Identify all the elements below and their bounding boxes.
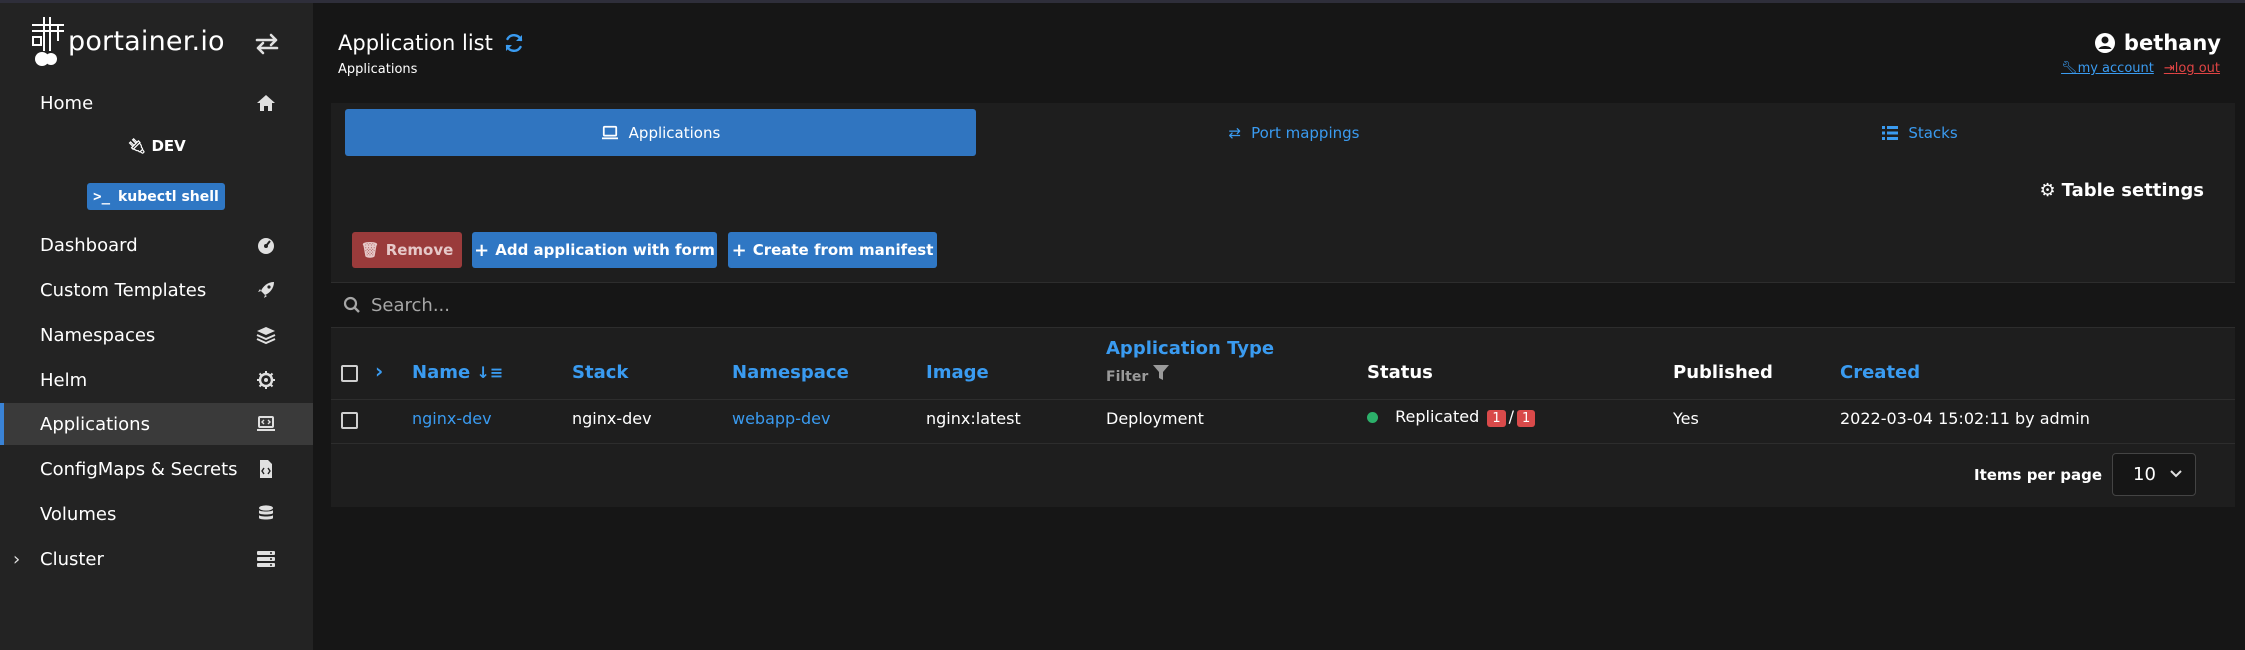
sidebar-item-label: Helm xyxy=(40,369,88,391)
page-title: Application list xyxy=(338,31,525,55)
exchange-icon: ⇄ xyxy=(1228,123,1242,142)
sidebar: portainer.io Home 🔌︎ DEV >_ kubectl shel… xyxy=(0,3,313,650)
tab-applications[interactable]: Applications xyxy=(345,109,976,156)
plug-icon: 🔌︎ xyxy=(127,137,147,155)
sidebar-item-label: Cluster xyxy=(40,548,104,570)
remove-button[interactable]: 🗑︎ Remove xyxy=(352,232,462,268)
laptop-code-icon xyxy=(257,416,275,431)
column-header-namespace[interactable]: Namespace xyxy=(732,362,849,383)
sort-alpha-down-icon: ↓≡ xyxy=(476,363,504,382)
environment-label: 🔌︎ DEV xyxy=(127,137,186,155)
expand-all-chevron-icon[interactable]: › xyxy=(375,359,383,383)
sign-out-icon: ⇥ xyxy=(2163,61,2175,76)
items-per-page-select[interactable]: 10 xyxy=(2112,453,2196,496)
create-from-manifest-button[interactable]: + Create from manifest xyxy=(728,232,937,268)
sidebar-item-label: Volumes xyxy=(40,503,117,525)
trash-icon: 🗑︎ xyxy=(360,241,380,259)
column-header-published: Published xyxy=(1673,362,1773,383)
created-cell: 2022-03-04 15:02:11 by admin xyxy=(1840,409,2090,428)
stack-cell: nginx-dev xyxy=(572,409,652,428)
database-icon xyxy=(259,505,273,520)
sidebar-item-label: ConfigMaps & Secrets xyxy=(40,458,238,480)
status-ok-dot xyxy=(1367,412,1378,423)
search-icon xyxy=(343,296,360,313)
wrench-icon: 🔧︎ xyxy=(2061,61,2078,76)
header-divider xyxy=(331,399,2235,400)
file-code-icon xyxy=(260,460,272,478)
gauge-icon xyxy=(258,238,274,254)
username: bethany xyxy=(2123,31,2221,55)
tab-port-mappings[interactable]: ⇄ Port mappings xyxy=(981,109,1607,156)
column-header-application-type[interactable]: Application Type xyxy=(1106,338,1274,359)
sidebar-item-label: Namespaces xyxy=(40,324,156,346)
kubectl-shell-button[interactable]: >_ kubectl shell xyxy=(87,183,225,210)
home-icon xyxy=(257,95,275,111)
user-circle-icon xyxy=(2094,33,2115,53)
layers-icon xyxy=(256,327,276,345)
my-account-link[interactable]: 🔧︎my account xyxy=(2061,61,2154,76)
plus-icon: + xyxy=(731,239,747,261)
helm-icon xyxy=(257,371,275,389)
column-header-stack[interactable]: Stack xyxy=(572,362,628,383)
application-type-cell: Deployment xyxy=(1106,409,1204,428)
plus-icon: + xyxy=(474,239,490,261)
column-header-status: Status xyxy=(1367,362,1433,383)
select-all-checkbox[interactable] xyxy=(341,365,358,382)
namespace-link[interactable]: webapp-dev xyxy=(732,409,830,428)
search-input[interactable] xyxy=(371,294,1871,316)
table-settings-button[interactable]: ⚙ Table settings xyxy=(2040,180,2205,201)
log-out-link[interactable]: ⇥log out xyxy=(2164,61,2220,76)
items-per-page-label: Items per page xyxy=(1973,466,2102,484)
terminal-icon: >_ xyxy=(93,188,110,205)
replicas-total-badge: 1 xyxy=(1517,410,1536,427)
column-header-image[interactable]: Image xyxy=(926,362,989,383)
user-menu: bethany xyxy=(2094,31,2221,55)
switch-environment-icon[interactable] xyxy=(254,33,280,55)
gear-icon: ⚙ xyxy=(2039,180,2056,201)
row-divider xyxy=(331,443,2235,444)
row-checkbox[interactable] xyxy=(341,412,358,429)
sidebar-item-dashboard[interactable]: Dashboard xyxy=(0,224,313,266)
status-cell: Replicated 1/1 xyxy=(1367,407,1538,427)
sidebar-item-label: Home xyxy=(40,92,94,114)
sidebar-item-label: Custom Templates xyxy=(40,279,207,301)
chevron-right-icon[interactable]: › xyxy=(13,549,20,570)
filter-icon xyxy=(1153,365,1170,380)
application-name-link[interactable]: nginx-dev xyxy=(412,409,492,428)
search-bar xyxy=(331,282,2235,328)
laptop-code-icon xyxy=(601,125,618,139)
sidebar-item-applications[interactable]: Applications xyxy=(0,403,313,445)
column-header-name[interactable]: Name ↓≡ xyxy=(412,362,503,383)
sidebar-item-namespaces[interactable]: Namespaces xyxy=(0,314,313,356)
published-cell: Yes xyxy=(1673,409,1699,428)
image-cell: nginx:latest xyxy=(926,409,1021,428)
chevron-down-icon xyxy=(2170,470,2182,478)
rocket-icon xyxy=(258,282,274,298)
sidebar-item-home[interactable]: Home xyxy=(0,82,313,124)
sidebar-item-cluster[interactable]: › Cluster xyxy=(0,538,313,580)
add-application-with-form-button[interactable]: + Add application with form xyxy=(472,232,717,268)
tab-stacks[interactable]: Stacks xyxy=(1607,109,2233,156)
column-header-created[interactable]: Created xyxy=(1840,362,1920,383)
filter-dropdown[interactable]: Filter xyxy=(1106,365,1170,385)
sidebar-item-label: Dashboard xyxy=(40,234,138,256)
sidebar-item-custom-templates[interactable]: Custom Templates xyxy=(0,269,313,311)
user-links: 🔧︎my account ⇥log out xyxy=(2061,61,2220,76)
breadcrumb: Applications xyxy=(338,62,418,77)
list-icon xyxy=(1882,125,1899,140)
replicas-running-badge: 1 xyxy=(1487,410,1506,427)
sidebar-item-helm[interactable]: Helm xyxy=(0,359,313,401)
applications-panel: Applications ⇄ Port mappings Stacks ⚙ Ta… xyxy=(331,103,2235,507)
crane-logo-icon xyxy=(32,17,64,66)
sidebar-item-configmaps-secrets[interactable]: ConfigMaps & Secrets xyxy=(0,448,313,490)
server-icon xyxy=(257,551,275,567)
portainer-logo[interactable]: portainer.io xyxy=(30,13,225,69)
sidebar-item-label: Applications xyxy=(40,413,150,435)
refresh-icon[interactable] xyxy=(503,32,525,54)
sidebar-item-volumes[interactable]: Volumes xyxy=(0,493,313,535)
logo-text: portainer.io xyxy=(68,25,225,57)
